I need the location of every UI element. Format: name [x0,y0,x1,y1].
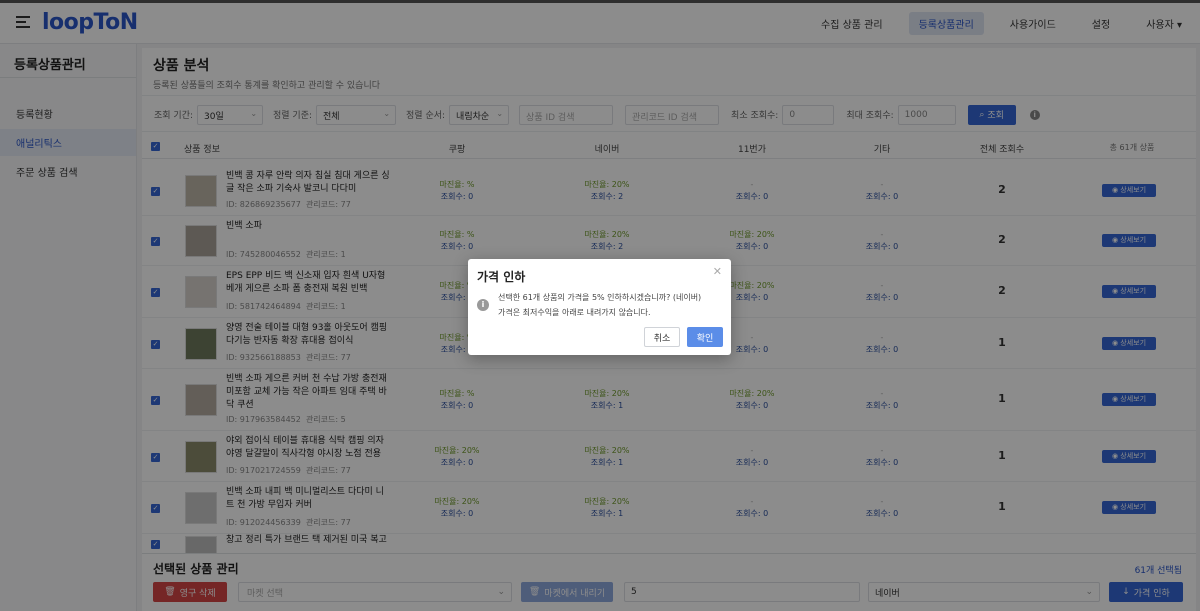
close-icon[interactable]: ✕ [713,265,722,278]
dialog-message-1: 선택한 61개 상품의 가격을 5% 인하하시겠습니까? (네이버) [498,293,702,302]
cancel-button[interactable]: 취소 [644,327,680,347]
info-icon: i [477,299,489,311]
dialog-title: 가격 인하 [477,270,526,284]
confirm-button[interactable]: 확인 [687,327,723,347]
price-cut-dialog: 가격 인하 ✕ i 선택한 61개 상품의 가격을 5% 인하하시겠습니까? (… [468,259,731,355]
dialog-message-2: 가격은 최저수익을 아래로 내려가지 않습니다. [498,308,651,317]
